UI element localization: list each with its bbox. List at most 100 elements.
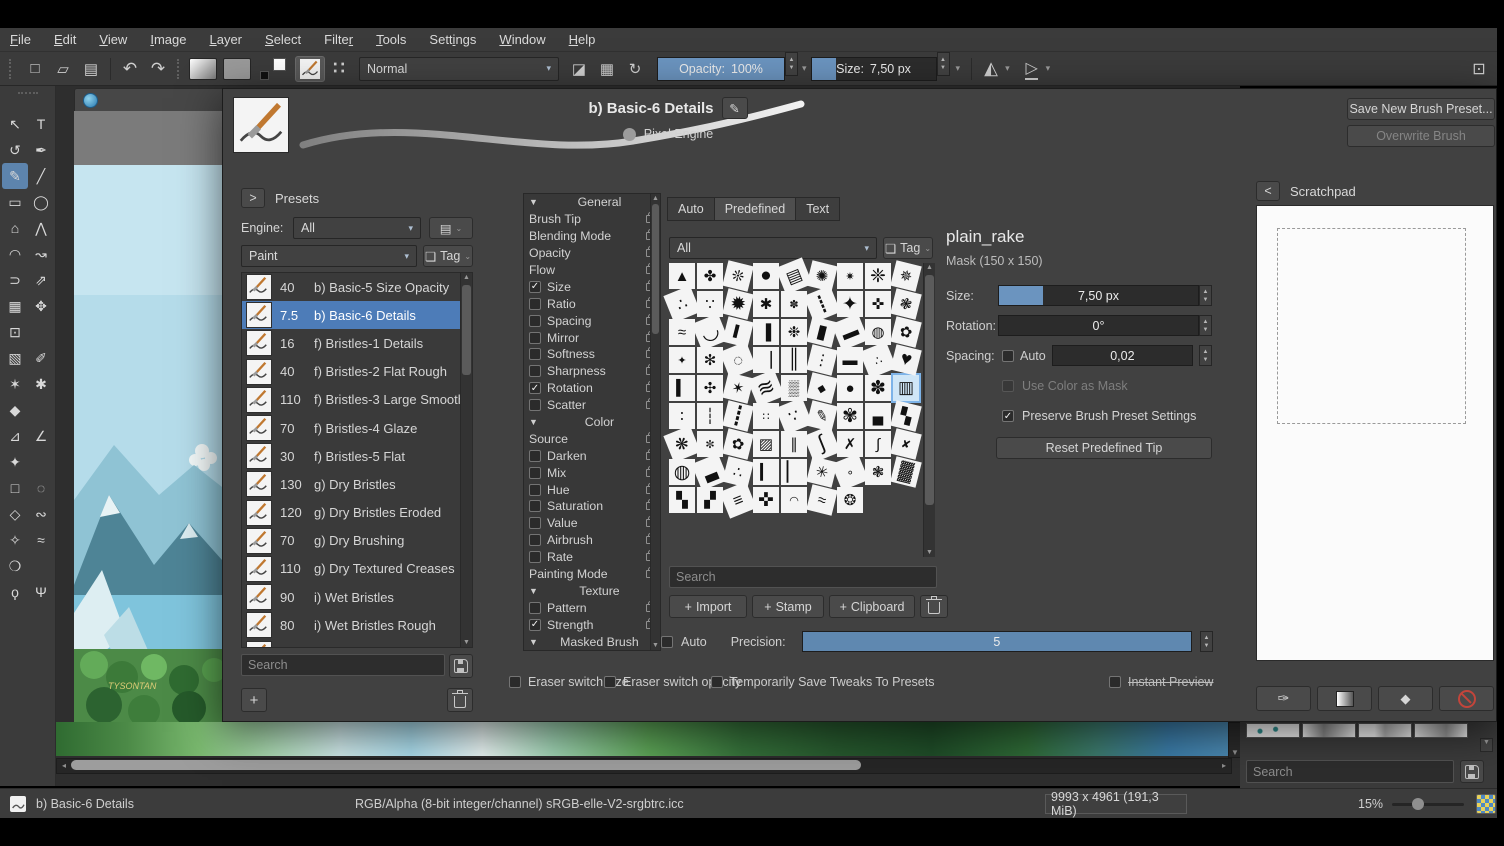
tool-pattern-edit[interactable]: ✱ xyxy=(28,371,54,397)
brush-tip-item[interactable]: ✗ xyxy=(837,431,863,457)
tool-multibrush[interactable]: ⇗ xyxy=(28,267,54,293)
tool-polygon[interactable]: ⌂ xyxy=(2,215,28,241)
menu-view[interactable]: View xyxy=(99,32,127,47)
option-checkbox[interactable] xyxy=(529,602,541,614)
brush-tip-item[interactable]: ✹ xyxy=(722,288,754,320)
mirror-vertical-arrow[interactable]: ▾ xyxy=(1046,63,1051,74)
brush-tip-item[interactable]: ◡ xyxy=(691,313,728,350)
preset-list-item[interactable]: 30 f) Bristles-5 Flat xyxy=(242,442,472,470)
brush-tip-item[interactable]: ✺ xyxy=(806,260,838,292)
brush-tip-item[interactable]: ✜ xyxy=(753,487,779,513)
toolbar-grip[interactable] xyxy=(9,59,16,79)
tool-select-shapes[interactable]: ↖ xyxy=(2,111,28,137)
brush-presets-chooser-button[interactable]: ∷ xyxy=(325,56,353,82)
brush-tip-item[interactable]: ▌ xyxy=(722,316,754,348)
new-document-button[interactable]: □ xyxy=(21,56,49,82)
open-document-button[interactable]: ▱ xyxy=(49,56,77,82)
brush-tip-item[interactable]: ✤ xyxy=(697,263,723,289)
footer-checkbox[interactable] xyxy=(509,676,521,688)
preserve-alpha-button[interactable]: ▦ xyxy=(593,56,621,82)
preset-list-scrollbar[interactable]: ▲▼ xyxy=(460,273,472,647)
brush-tip-item[interactable]: ⋮ xyxy=(806,344,838,376)
brush-option-row[interactable]: ▼ Softness xyxy=(524,346,660,363)
scroll-left-icon[interactable]: ◂ xyxy=(57,759,71,771)
engine-filter-combobox[interactable]: All▾ xyxy=(293,217,421,239)
tip-rotation-spinner[interactable]: ▲▼ xyxy=(1199,315,1212,336)
save-search-tag-button[interactable] xyxy=(449,654,473,678)
opacity-slider[interactable]: Opacity:100% xyxy=(657,57,785,81)
brush-tip-item[interactable]: ▥ xyxy=(893,375,919,401)
brush-tip-item[interactable]: ◌ xyxy=(719,341,756,378)
brush-tip-item[interactable]: ✿ xyxy=(890,316,922,348)
option-checkbox[interactable] xyxy=(529,365,541,377)
tool-calligraphy[interactable]: ✒ xyxy=(28,137,54,163)
brush-option-row[interactable]: ▼ Airbrush xyxy=(524,532,660,549)
tool-reference-images[interactable]: ✦ xyxy=(2,449,28,475)
brush-tip-item[interactable]: ▓ xyxy=(890,456,922,488)
brush-tip-item[interactable]: ∴ xyxy=(722,456,754,488)
brush-tip-item[interactable]: ◠ xyxy=(781,487,807,513)
brush-tip-item[interactable]: ✿ xyxy=(722,428,754,460)
brush-tip-item[interactable]: ∫ xyxy=(865,431,891,457)
preset-search-input[interactable] xyxy=(241,654,445,676)
tip-spacing-slider[interactable]: 0,02 xyxy=(1052,345,1193,366)
brush-tip-item[interactable]: ≋ xyxy=(747,369,784,406)
options-scrollbar[interactable]: ▲▼ xyxy=(650,194,660,650)
zoom-slider[interactable] xyxy=(1392,803,1464,806)
pattern-swatch[interactable] xyxy=(223,58,251,80)
fg-bg-color-widget[interactable] xyxy=(259,57,287,81)
tool-rectangle[interactable]: ▭ xyxy=(2,189,28,215)
tag-button[interactable]: ❏Tag⌄ xyxy=(423,245,473,267)
reset-predefined-tip-button[interactable]: Reset Predefined Tip xyxy=(996,437,1212,459)
docker-scroll-down[interactable]: ▼ xyxy=(1480,738,1493,752)
brush-tip-item[interactable]: ≈ xyxy=(806,484,838,516)
tool-assistants[interactable]: ⊿ xyxy=(2,423,28,449)
tool-pan[interactable]: Ψ xyxy=(28,579,54,605)
brush-tip-item[interactable]: ∵ xyxy=(697,291,723,317)
brush-tip-item[interactable]: ● xyxy=(837,375,863,401)
brush-option-row[interactable]: ▼ Brush Tip xyxy=(524,211,660,228)
horizontal-scrollbar[interactable]: ◂ ▸ xyxy=(56,758,1232,774)
tool-fill[interactable]: ◆ xyxy=(2,397,28,423)
brush-option-row[interactable]: ▼ Rate xyxy=(524,549,660,566)
preserve-settings-row[interactable]: Preserve Brush Preset Settings xyxy=(1002,409,1196,423)
brush-option-row[interactable]: ▼ Pattern xyxy=(524,599,660,616)
tool-polyline[interactable]: ⋀ xyxy=(28,215,54,241)
preset-list-item[interactable]: 120 g) Dry Bristles Eroded xyxy=(242,499,472,527)
brush-tip-item[interactable]: ┋ xyxy=(722,400,754,432)
brush-tip-item[interactable]: ✜ xyxy=(865,291,891,317)
check-instant-preview[interactable]: Instant Preview xyxy=(1109,675,1213,689)
brush-tip-item[interactable]: ✶ xyxy=(722,372,754,404)
mirror-vertical-button[interactable]: ▷ xyxy=(1018,56,1046,82)
option-checkbox[interactable] xyxy=(529,348,541,360)
tool-bezier-curve[interactable]: ◠ xyxy=(2,241,28,267)
preset-list-item[interactable]: 130 g) Dry Bristles xyxy=(242,470,472,498)
use-color-checkbox[interactable] xyxy=(1002,380,1014,392)
footer-checkbox[interactable] xyxy=(604,676,616,688)
brush-tip-item[interactable]: ▒ xyxy=(781,375,807,401)
scratchpad-canvas[interactable] xyxy=(1256,205,1494,661)
tip-spacing-spinner[interactable]: ▲▼ xyxy=(1199,345,1212,366)
tool-line[interactable]: ╱ xyxy=(28,163,54,189)
brush-option-row[interactable]: ▼ Spacing xyxy=(524,312,660,329)
brush-tip-item[interactable]: ✘ xyxy=(890,428,922,460)
tip-search-input[interactable] xyxy=(669,566,937,588)
brush-tip-item[interactable]: ∶ xyxy=(669,403,695,429)
tool-freehand-path[interactable]: ↝ xyxy=(28,241,54,267)
tip-size-spinner[interactable]: ▲▼ xyxy=(1199,285,1212,306)
brush-option-row[interactable]: ▼ Sharpness xyxy=(524,363,660,380)
brush-size-slider[interactable]: Size:7,50 px xyxy=(811,57,937,81)
brush-option-row[interactable]: ▼ Hue xyxy=(524,481,660,498)
scratchpad-collapse-button[interactable]: < xyxy=(1256,181,1280,201)
option-checkbox[interactable] xyxy=(529,517,541,529)
brush-tip-item[interactable]: ✳ xyxy=(806,456,838,488)
preset-list-item[interactable]: 70 g) Dry Brushing xyxy=(242,527,472,555)
delete-tip-button[interactable] xyxy=(920,595,948,618)
menu-select[interactable]: Select xyxy=(265,32,301,47)
brush-tip-item[interactable]: ✵ xyxy=(890,260,922,292)
tab-predefined[interactable]: Predefined xyxy=(714,197,796,221)
use-color-as-mask-row[interactable]: Use Color as Mask xyxy=(1002,379,1128,393)
brush-tip-item[interactable]: ∫ xyxy=(803,425,840,462)
statusbar-dimensions[interactable]: 9993 x 4961 (191,3 MiB) xyxy=(1045,794,1187,814)
tool-rect-select[interactable]: □ xyxy=(2,475,28,501)
